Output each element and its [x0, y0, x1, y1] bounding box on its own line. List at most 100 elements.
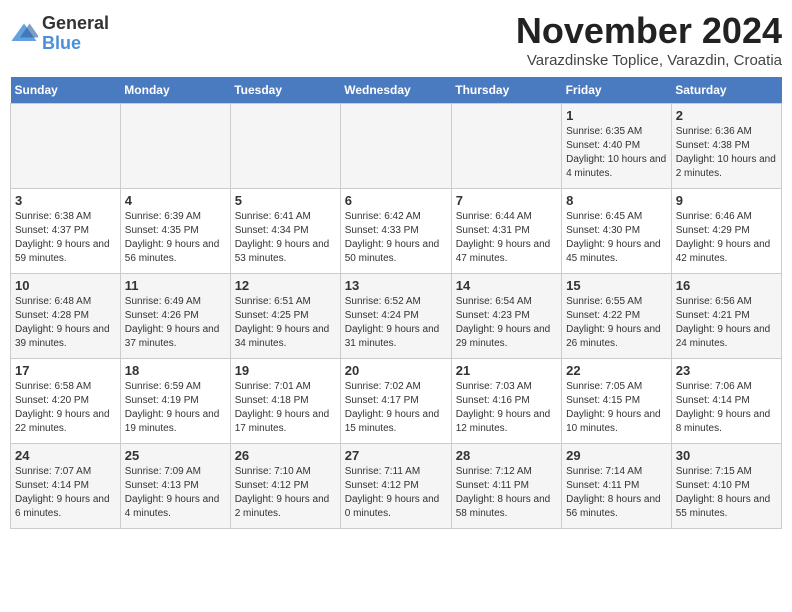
calendar-cell: 20 Sunrise: 7:02 AM Sunset: 4:17 PM Dayli… — [340, 359, 451, 444]
day-number: 19 — [235, 363, 336, 378]
day-number: 20 — [345, 363, 447, 378]
calendar-cell: 21 Sunrise: 7:03 AM Sunset: 4:16 PM Dayli… — [451, 359, 561, 444]
calendar-cell: 22 Sunrise: 7:05 AM Sunset: 4:15 PM Dayli… — [562, 359, 672, 444]
calendar-week-row: 24 Sunrise: 7:07 AM Sunset: 4:14 PM Dayli… — [11, 444, 782, 529]
day-detail: Sunrise: 6:39 AM Sunset: 4:35 PM Dayligh… — [125, 210, 226, 266]
day-detail: Sunrise: 6:56 AM Sunset: 4:21 PM Dayligh… — [676, 295, 777, 351]
calendar-cell — [340, 104, 451, 189]
calendar-cell: 6 Sunrise: 6:42 AM Sunset: 4:33 PM Daylig… — [340, 189, 451, 274]
day-number: 14 — [456, 278, 557, 293]
calendar-cell: 2 Sunrise: 6:36 AM Sunset: 4:38 PM Daylig… — [671, 104, 781, 189]
day-number: 10 — [15, 278, 116, 293]
calendar-cell: 26 Sunrise: 7:10 AM Sunset: 4:12 PM Dayli… — [230, 444, 340, 529]
weekday-header-friday: Friday — [562, 77, 672, 104]
calendar-cell: 10 Sunrise: 6:48 AM Sunset: 4:28 PM Dayli… — [11, 274, 121, 359]
day-number: 22 — [566, 363, 667, 378]
day-detail: Sunrise: 6:42 AM Sunset: 4:33 PM Dayligh… — [345, 210, 447, 266]
day-number: 25 — [125, 448, 226, 463]
calendar-cell: 28 Sunrise: 7:12 AM Sunset: 4:11 PM Dayli… — [451, 444, 561, 529]
calendar-cell — [230, 104, 340, 189]
day-number: 11 — [125, 278, 226, 293]
day-detail: Sunrise: 7:03 AM Sunset: 4:16 PM Dayligh… — [456, 380, 557, 436]
day-detail: Sunrise: 6:49 AM Sunset: 4:26 PM Dayligh… — [125, 295, 226, 351]
calendar-cell: 13Sunrise: 6:52 AM Sunset: 4:24 PM Dayli… — [340, 274, 451, 359]
day-detail: Sunrise: 6:59 AM Sunset: 4:19 PM Dayligh… — [125, 380, 226, 436]
calendar-cell: 7 Sunrise: 6:44 AM Sunset: 4:31 PM Daylig… — [451, 189, 561, 274]
calendar-cell — [11, 104, 121, 189]
day-number: 1 — [566, 108, 667, 123]
day-number: 7 — [456, 193, 557, 208]
day-number: 29 — [566, 448, 667, 463]
day-detail: Sunrise: 6:44 AM Sunset: 4:31 PM Dayligh… — [456, 210, 557, 266]
day-detail: Sunrise: 6:46 AM Sunset: 4:29 PM Dayligh… — [676, 210, 777, 266]
calendar-cell: 24 Sunrise: 7:07 AM Sunset: 4:14 PM Dayli… — [11, 444, 121, 529]
day-detail: Sunrise: 6:48 AM Sunset: 4:28 PM Dayligh… — [15, 295, 116, 351]
calendar-cell: 8 Sunrise: 6:45 AM Sunset: 4:30 PM Daylig… — [562, 189, 672, 274]
title-section: November 2024 Varazdinske Toplice, Varaz… — [516, 10, 782, 69]
day-number: 9 — [676, 193, 777, 208]
day-number: 6 — [345, 193, 447, 208]
calendar-cell: 27 Sunrise: 7:11 AM Sunset: 4:12 PM Dayli… — [340, 444, 451, 529]
calendar-cell: 15 Sunrise: 6:55 AM Sunset: 4:22 PM Dayli… — [562, 274, 672, 359]
calendar-table: SundayMondayTuesdayWednesdayThursdayFrid… — [10, 77, 782, 529]
day-number: 27 — [345, 448, 447, 463]
day-detail: Sunrise: 7:02 AM Sunset: 4:17 PM Dayligh… — [345, 380, 447, 436]
calendar-cell: 5Sunrise: 6:41 AM Sunset: 4:34 PM Daylig… — [230, 189, 340, 274]
day-detail: Sunrise: 6:41 AM Sunset: 4:34 PM Dayligh… — [235, 210, 336, 266]
day-detail: Sunrise: 7:07 AM Sunset: 4:14 PM Dayligh… — [15, 465, 116, 521]
day-detail: Sunrise: 7:10 AM Sunset: 4:12 PM Dayligh… — [235, 465, 336, 521]
day-detail: Sunrise: 6:54 AM Sunset: 4:23 PM Dayligh… — [456, 295, 557, 351]
calendar-cell: 14 Sunrise: 6:54 AM Sunset: 4:23 PM Dayli… — [451, 274, 561, 359]
day-detail: Sunrise: 7:11 AM Sunset: 4:12 PM Dayligh… — [345, 465, 447, 521]
day-detail: Sunrise: 7:05 AM Sunset: 4:15 PM Dayligh… — [566, 380, 667, 436]
day-number: 30 — [676, 448, 777, 463]
day-number: 8 — [566, 193, 667, 208]
day-detail: Sunrise: 6:35 AM Sunset: 4:40 PM Dayligh… — [566, 125, 667, 181]
logo-general-text: General — [42, 14, 109, 34]
day-detail: Sunrise: 7:09 AM Sunset: 4:13 PM Dayligh… — [125, 465, 226, 521]
day-number: 4 — [125, 193, 226, 208]
day-detail: Sunrise: 7:14 AM Sunset: 4:11 PM Dayligh… — [566, 465, 667, 521]
day-detail: Sunrise: 7:12 AM Sunset: 4:11 PM Dayligh… — [456, 465, 557, 521]
day-detail: Sunrise: 7:01 AM Sunset: 4:18 PM Dayligh… — [235, 380, 336, 436]
day-detail: Sunrise: 6:52 AM Sunset: 4:24 PM Dayligh… — [345, 295, 447, 351]
calendar-week-row: 17Sunrise: 6:58 AM Sunset: 4:20 PM Dayli… — [11, 359, 782, 444]
weekday-header-tuesday: Tuesday — [230, 77, 340, 104]
calendar-cell: 19 Sunrise: 7:01 AM Sunset: 4:18 PM Dayli… — [230, 359, 340, 444]
calendar-cell: 18 Sunrise: 6:59 AM Sunset: 4:19 PM Dayli… — [120, 359, 230, 444]
calendar-header-row: SundayMondayTuesdayWednesdayThursdayFrid… — [11, 77, 782, 104]
weekday-header-thursday: Thursday — [451, 77, 561, 104]
day-number: 26 — [235, 448, 336, 463]
day-number: 28 — [456, 448, 557, 463]
calendar-cell: 12Sunrise: 6:51 AM Sunset: 4:25 PM Dayli… — [230, 274, 340, 359]
calendar-week-row: 3 Sunrise: 6:38 AM Sunset: 4:37 PM Daylig… — [11, 189, 782, 274]
day-number: 3 — [15, 193, 116, 208]
day-detail: Sunrise: 6:36 AM Sunset: 4:38 PM Dayligh… — [676, 125, 777, 181]
calendar-cell: 17Sunrise: 6:58 AM Sunset: 4:20 PM Dayli… — [11, 359, 121, 444]
calendar-cell: 29 Sunrise: 7:14 AM Sunset: 4:11 PM Dayli… — [562, 444, 672, 529]
calendar-week-row: 1 Sunrise: 6:35 AM Sunset: 4:40 PM Daylig… — [11, 104, 782, 189]
location-title: Varazdinske Toplice, Varazdin, Croatia — [516, 52, 782, 69]
day-number: 24 — [15, 448, 116, 463]
calendar-cell: 3 Sunrise: 6:38 AM Sunset: 4:37 PM Daylig… — [11, 189, 121, 274]
day-detail: Sunrise: 6:51 AM Sunset: 4:25 PM Dayligh… — [235, 295, 336, 351]
month-title: November 2024 — [516, 10, 782, 52]
day-detail: Sunrise: 6:38 AM Sunset: 4:37 PM Dayligh… — [15, 210, 116, 266]
day-number: 21 — [456, 363, 557, 378]
day-number: 2 — [676, 108, 777, 123]
day-detail: Sunrise: 6:45 AM Sunset: 4:30 PM Dayligh… — [566, 210, 667, 266]
day-detail: Sunrise: 6:55 AM Sunset: 4:22 PM Dayligh… — [566, 295, 667, 351]
calendar-cell: 25 Sunrise: 7:09 AM Sunset: 4:13 PM Dayli… — [120, 444, 230, 529]
calendar-cell — [451, 104, 561, 189]
calendar-cell: 11 Sunrise: 6:49 AM Sunset: 4:26 PM Dayli… — [120, 274, 230, 359]
logo: General Blue — [10, 14, 109, 54]
calendar-cell: 4 Sunrise: 6:39 AM Sunset: 4:35 PM Daylig… — [120, 189, 230, 274]
logo-blue-text: Blue — [42, 34, 109, 54]
day-number: 15 — [566, 278, 667, 293]
calendar-cell: 9 Sunrise: 6:46 AM Sunset: 4:29 PM Daylig… — [671, 189, 781, 274]
day-detail: Sunrise: 7:15 AM Sunset: 4:10 PM Dayligh… — [676, 465, 777, 521]
calendar-week-row: 10 Sunrise: 6:48 AM Sunset: 4:28 PM Dayli… — [11, 274, 782, 359]
day-detail: Sunrise: 6:58 AM Sunset: 4:20 PM Dayligh… — [15, 380, 116, 436]
day-number: 18 — [125, 363, 226, 378]
weekday-header-sunday: Sunday — [11, 77, 121, 104]
